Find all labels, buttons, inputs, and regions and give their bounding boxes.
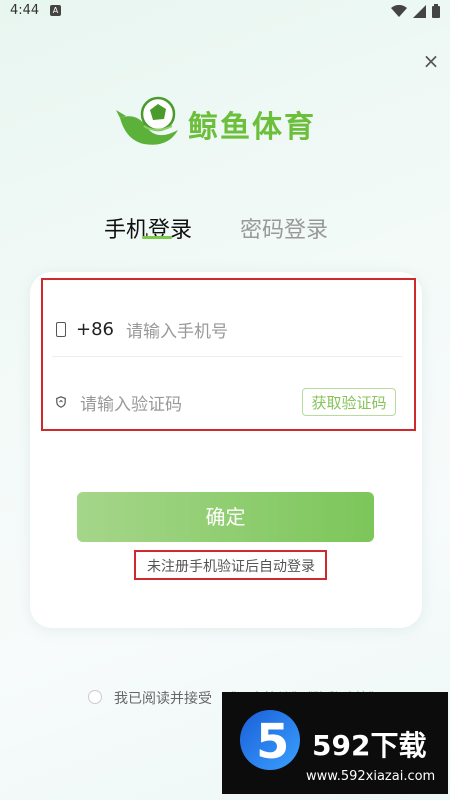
tab-phone-login[interactable]: 手机登录 <box>104 212 192 244</box>
signal-icon <box>413 4 426 18</box>
tab-password-login[interactable]: 密码登录 <box>240 212 328 244</box>
highlight-box-note <box>134 550 327 580</box>
watermark-digit: 5 <box>256 714 290 770</box>
close-button[interactable]: × <box>420 50 442 72</box>
notification-icon: A <box>50 5 61 16</box>
watermark-logo: 5 592下载 www.592xiazai.com <box>222 692 448 794</box>
logo-text: 鲸鱼体育 <box>188 110 316 145</box>
agreement-radio[interactable] <box>88 690 102 704</box>
watermark-url: www.592xiazai.com <box>306 769 436 784</box>
status-icons <box>391 4 440 18</box>
whale-ball-icon <box>116 96 178 145</box>
watermark-title: 592下载 <box>312 729 427 762</box>
active-tab-indicator <box>142 236 172 239</box>
wifi-icon <box>391 5 407 17</box>
highlight-box-fields <box>41 278 416 431</box>
login-tabs: 手机登录 密码登录 <box>0 212 450 252</box>
app-logo: 鲸鱼体育 <box>116 92 336 148</box>
agreement-text: 我已阅读并接受 <box>114 691 212 707</box>
close-icon: × <box>422 49 440 73</box>
status-bar: 4:44 A <box>0 0 450 22</box>
status-time: 4:44 <box>10 3 40 18</box>
confirm-button[interactable]: 确定 <box>77 492 374 542</box>
battery-icon <box>432 4 440 18</box>
